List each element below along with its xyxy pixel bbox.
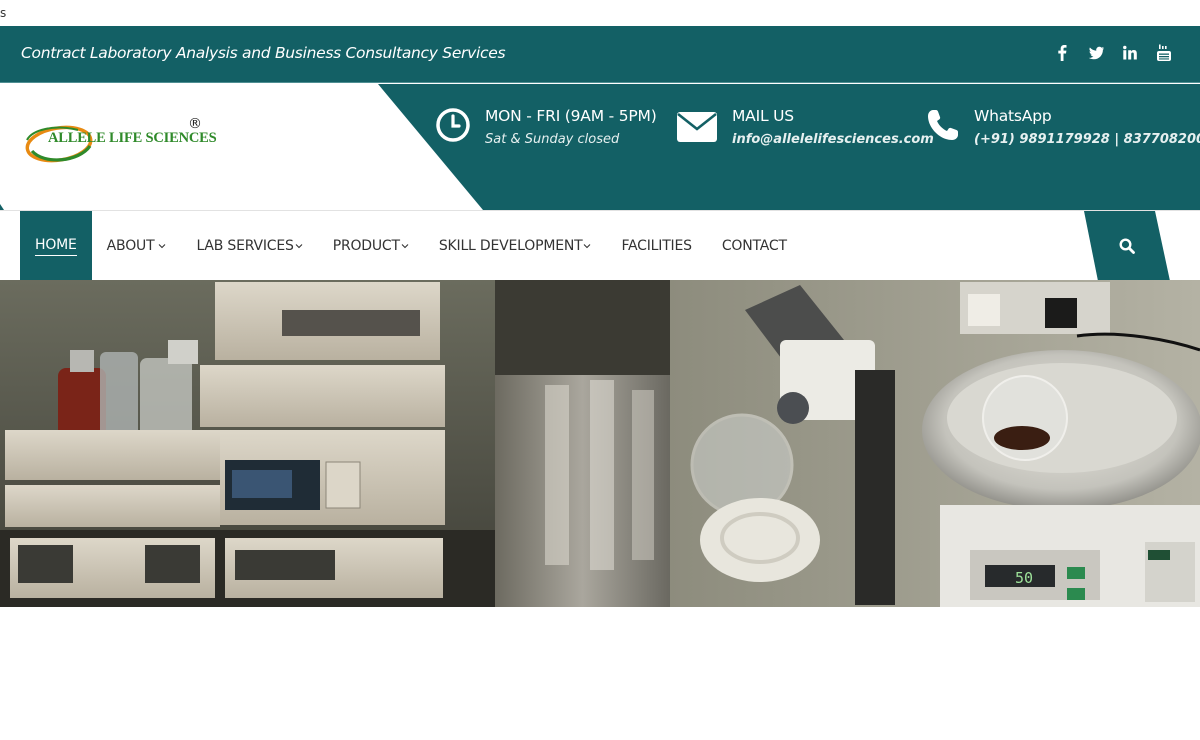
search-icon	[1119, 238, 1135, 254]
social-links	[1054, 43, 1172, 63]
nav-item-product[interactable]: PRODUCT	[318, 211, 424, 281]
mail-title: MAIL US	[732, 107, 794, 125]
chevron-down-icon	[401, 244, 409, 249]
chevron-down-icon	[159, 244, 166, 249]
svg-text:50: 50	[1015, 569, 1033, 587]
nav-item-facilities[interactable]: FACILITIES	[606, 211, 706, 281]
nav-item-contact[interactable]: CONTACT	[707, 211, 802, 281]
stray-text: s	[0, 6, 7, 20]
lab-equipment-photo: 50	[0, 280, 1200, 607]
whatsapp-numbers[interactable]: (+91) 9891179928 | 8377082003	[974, 132, 1200, 147]
nav-item-label: HOME	[35, 237, 77, 256]
site-logo[interactable]: ALLELE LIFE SCIENCES ®	[24, 116, 217, 168]
nav-item-label: ABOUT	[106, 238, 155, 254]
hours-title: MON - FRI (9AM - 5PM)	[485, 107, 657, 125]
nav-item-about[interactable]: ABOUT	[92, 211, 182, 281]
search-button[interactable]	[1084, 211, 1170, 281]
clock-icon	[436, 108, 470, 147]
nav-item-lab-services[interactable]: LAB SERVICES	[181, 211, 317, 281]
linkedin-icon[interactable]	[1122, 43, 1138, 63]
logo-text: ALLELE LIFE SCIENCES	[48, 130, 217, 146]
nav-item-home[interactable]: HOME	[20, 211, 92, 281]
header: ALLELE LIFE SCIENCES ® MON - FRI (9AM - …	[0, 84, 1200, 210]
nav-item-skill-development[interactable]: SKILL DEVELOPMENT	[424, 211, 607, 281]
nav-item-label: CONTACT	[721, 238, 787, 254]
main-navbar: HOME ABOUT LAB SERVICES PRODUCT SKILL DE…	[0, 210, 1200, 287]
hero-banner: 50	[0, 280, 1200, 607]
phone-icon	[926, 108, 960, 147]
chevron-down-icon	[584, 244, 591, 249]
whatsapp-title: WhatsApp	[974, 107, 1052, 125]
nav-item-label: LAB SERVICES	[196, 238, 294, 254]
site-tagline: Contract Laboratory Analysis and Busines…	[21, 44, 506, 62]
nav-item-label: PRODUCT	[332, 238, 400, 254]
mail-address[interactable]: info@allelelifesciences.com	[732, 132, 934, 147]
nav-item-label: SKILL DEVELOPMENT	[438, 238, 583, 254]
registered-mark: ®	[188, 116, 202, 132]
top-bar: Contract Laboratory Analysis and Busines…	[0, 26, 1200, 83]
youtube-icon[interactable]	[1156, 43, 1172, 63]
nav-item-label: FACILITIES	[621, 238, 692, 254]
envelope-icon	[677, 112, 717, 147]
chevron-down-icon	[295, 244, 303, 249]
facebook-icon[interactable]	[1054, 43, 1070, 63]
main-menu: HOME ABOUT LAB SERVICES PRODUCT SKILL DE…	[20, 211, 802, 281]
hours-subtitle: Sat & Sunday closed	[485, 132, 620, 147]
twitter-icon[interactable]	[1088, 43, 1104, 63]
